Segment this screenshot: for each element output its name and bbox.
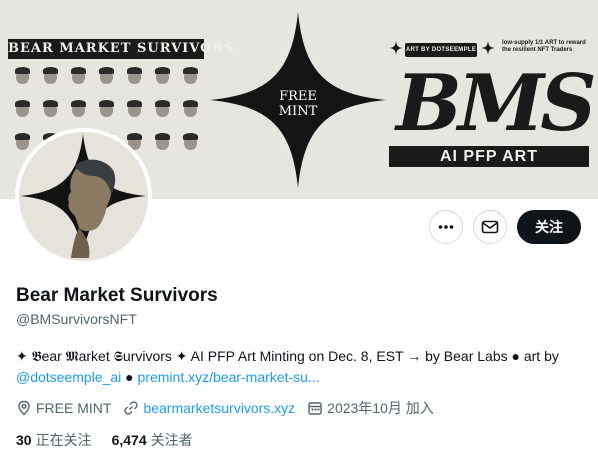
joined-text: 2023年10月 加入: [327, 400, 434, 416]
calendar-icon: [308, 402, 322, 415]
portrait: [12, 100, 34, 126]
follow-button[interactable]: 关注: [517, 210, 581, 244]
portrait: [180, 100, 202, 126]
bio-separator: ●: [121, 369, 138, 385]
portrait: [180, 67, 202, 93]
portrait: [124, 67, 146, 93]
banner-title: BEAR MARKET SURVIVORS: [8, 39, 234, 59]
avatar[interactable]: [15, 128, 152, 265]
portrait: [152, 133, 174, 159]
portrait: [68, 67, 90, 93]
website-item[interactable]: bearmarketsurvivors.xyz: [123, 400, 295, 416]
star-text: FREE MINT: [210, 89, 386, 119]
more-icon: [438, 225, 454, 229]
link-icon: [124, 401, 139, 415]
portrait: [152, 67, 174, 93]
portrait: [96, 67, 118, 93]
followers-count: 6,474: [111, 432, 147, 448]
envelope-icon: [481, 220, 499, 234]
followers-stat[interactable]: 6,474 关注者: [112, 430, 193, 450]
following-stat[interactable]: 30 正在关注: [16, 430, 92, 450]
profile-name: Bear Market Survivors: [16, 285, 218, 306]
message-button[interactable]: [473, 210, 507, 244]
star-text-line1: FREE: [279, 89, 317, 104]
joined-item: 2023年10月 加入: [307, 398, 434, 418]
small-star-icon: [481, 41, 495, 55]
banner-note: low-supply 1/1 ART to reward the resilie…: [502, 40, 586, 53]
banner-subtitle: AI PFP ART: [389, 146, 589, 167]
small-star-icon: [389, 41, 403, 55]
location-item: FREE MINT: [16, 400, 111, 416]
four-point-star-graphic: FREE MINT: [210, 12, 386, 188]
bio-mention-link[interactable]: @dotseemple_ai: [16, 369, 121, 385]
bio-url-link[interactable]: premint.xyz/bear-market-su...: [138, 369, 320, 385]
profile-stats: 30 正在关注 6,474 关注者: [16, 430, 213, 450]
following-label: 正在关注: [35, 432, 92, 448]
following-count: 30: [16, 432, 32, 448]
star-text-line2: MINT: [278, 104, 318, 119]
location-pin-icon: [18, 400, 30, 416]
portrait: [96, 100, 118, 126]
portrait: [12, 67, 34, 93]
portrait: [152, 100, 174, 126]
portrait: [180, 133, 202, 159]
portrait: [124, 100, 146, 126]
bio-text: ✦ 𝕭ear 𝕸arket 𝕾urvivors ✦ AI PFP Art Min…: [16, 348, 559, 364]
avatar-portrait-icon: [19, 132, 148, 261]
banner-logo: BMS: [396, 58, 597, 149]
more-button[interactable]: [429, 210, 463, 244]
profile-meta: FREE MINT bearmarketsurvivors.xyz 2023年1…: [16, 398, 446, 418]
profile-handle: @BMSurvivorsNFT: [16, 311, 137, 327]
portrait: [68, 100, 90, 126]
portrait: [40, 100, 62, 126]
followers-label: 关注者: [150, 432, 193, 448]
portrait: [40, 67, 62, 93]
location-text: FREE MINT: [36, 400, 112, 416]
website-link[interactable]: bearmarketsurvivors.xyz: [143, 400, 295, 416]
banner-artist-tag: ART BY DOTSEEMPLE: [405, 43, 477, 57]
profile-bio: ✦ 𝕭ear 𝕸arket 𝕾urvivors ✦ AI PFP Art Min…: [16, 346, 586, 388]
